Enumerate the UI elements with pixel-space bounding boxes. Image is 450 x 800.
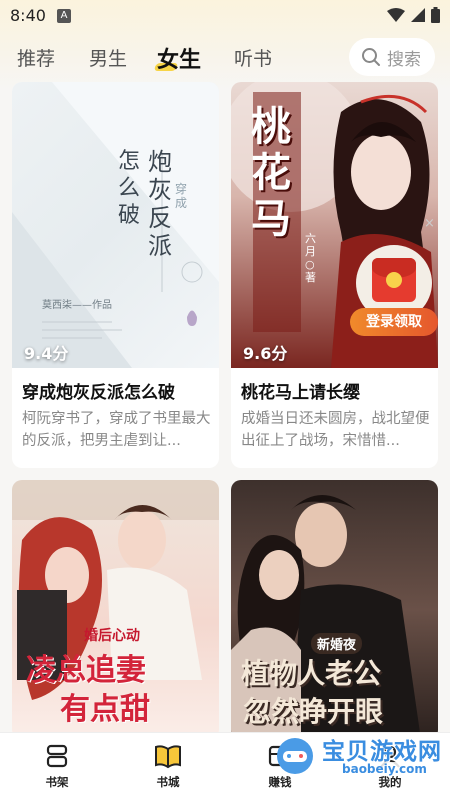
tab-recommend[interactable]: 推荐 (17, 44, 55, 71)
cover-title-main: 凌总追妻 (26, 653, 146, 688)
search-button[interactable]: 搜索 (349, 38, 435, 76)
status-bar: 8:40 A (0, 0, 450, 32)
book-description: 成婚当日还未圆房，战北望便出征上了战场，宋惜惜... (241, 411, 430, 449)
cover-title-small: 婚后心动 (84, 628, 140, 644)
book-score: 9.4分 (24, 344, 69, 363)
coin-icon (386, 272, 402, 288)
cover-author: 六月○著 (305, 232, 316, 284)
tab-male[interactable]: 男生 (89, 44, 127, 71)
watermark-url: baobeiy.com (338, 762, 431, 776)
status-time: 8:40 (10, 6, 46, 25)
cover-title-main: 桃花马 (251, 103, 291, 242)
watermark-text: 宝贝游戏网 (322, 739, 442, 765)
status-icons (387, 7, 440, 23)
nav-bookstore[interactable]: 书城 (133, 743, 203, 790)
red-packet-promo[interactable]: 登录领取 (350, 245, 438, 337)
nav-label: 书架 (45, 775, 69, 789)
tab-audiobook[interactable]: 听书 (234, 44, 272, 71)
book-cover: 炮灰反派 怎么破 穿成 莫西柒——作品 (12, 82, 219, 368)
cover-title-small: 穿成 (175, 182, 188, 210)
book-store-icon (155, 745, 181, 769)
search-label: 搜索 (387, 49, 421, 70)
book-card[interactable]: 炮灰反派 怎么破 穿成 莫西柒——作品 9.4分 穿成炮灰反派怎么破 柯阮穿书了… (12, 82, 219, 468)
nav-label: 书城 (156, 775, 180, 789)
search-icon (362, 48, 380, 66)
login-claim-button[interactable]: 登录领取 (350, 308, 438, 336)
cover-title-sub: 有点甜 (60, 692, 150, 727)
book-title: 桃花马上请长缨 (241, 383, 360, 403)
cover-title-main: 植物人老公 (241, 657, 382, 690)
cover-title-small: 新婚夜 (311, 633, 363, 654)
book-cover: 婚后心动 凌总追妻 有点甜 (12, 480, 219, 740)
book-description: 柯阮穿书了，穿成了书里最大的反派，把男主虐到让... (22, 411, 211, 449)
book-card[interactable]: 婚后心动 凌总追妻 有点甜 (12, 480, 219, 740)
cover-author: 莫西柒——作品 (42, 300, 112, 311)
red-packet-close-icon[interactable]: × (424, 216, 435, 231)
signal-icon (411, 8, 425, 22)
book-card[interactable]: 新婚夜 植物人老公 忽然睁开眼 (231, 480, 438, 740)
wifi-icon (387, 8, 405, 22)
nav-bookshelf[interactable]: 书架 (22, 743, 92, 790)
cover-art (12, 82, 219, 368)
bookshelf-icon (46, 744, 68, 768)
book-title: 穿成炮灰反派怎么破 (22, 383, 175, 403)
gamepad-icon (277, 738, 313, 774)
notification-icon: A (57, 9, 71, 23)
cover-title-sub: 怎么破 (118, 149, 141, 228)
cover-title-main: 炮灰反派 (148, 148, 172, 260)
battery-icon (431, 7, 440, 23)
book-score: 9.6分 (243, 344, 288, 363)
book-cover: 新婚夜 植物人老公 忽然睁开眼 (231, 480, 438, 740)
cover-title-sub: 忽然睁开眼 (243, 695, 384, 728)
tab-female[interactable]: 女生 (157, 42, 201, 74)
site-watermark: 宝贝游戏网 baobeiy.com (270, 728, 450, 786)
